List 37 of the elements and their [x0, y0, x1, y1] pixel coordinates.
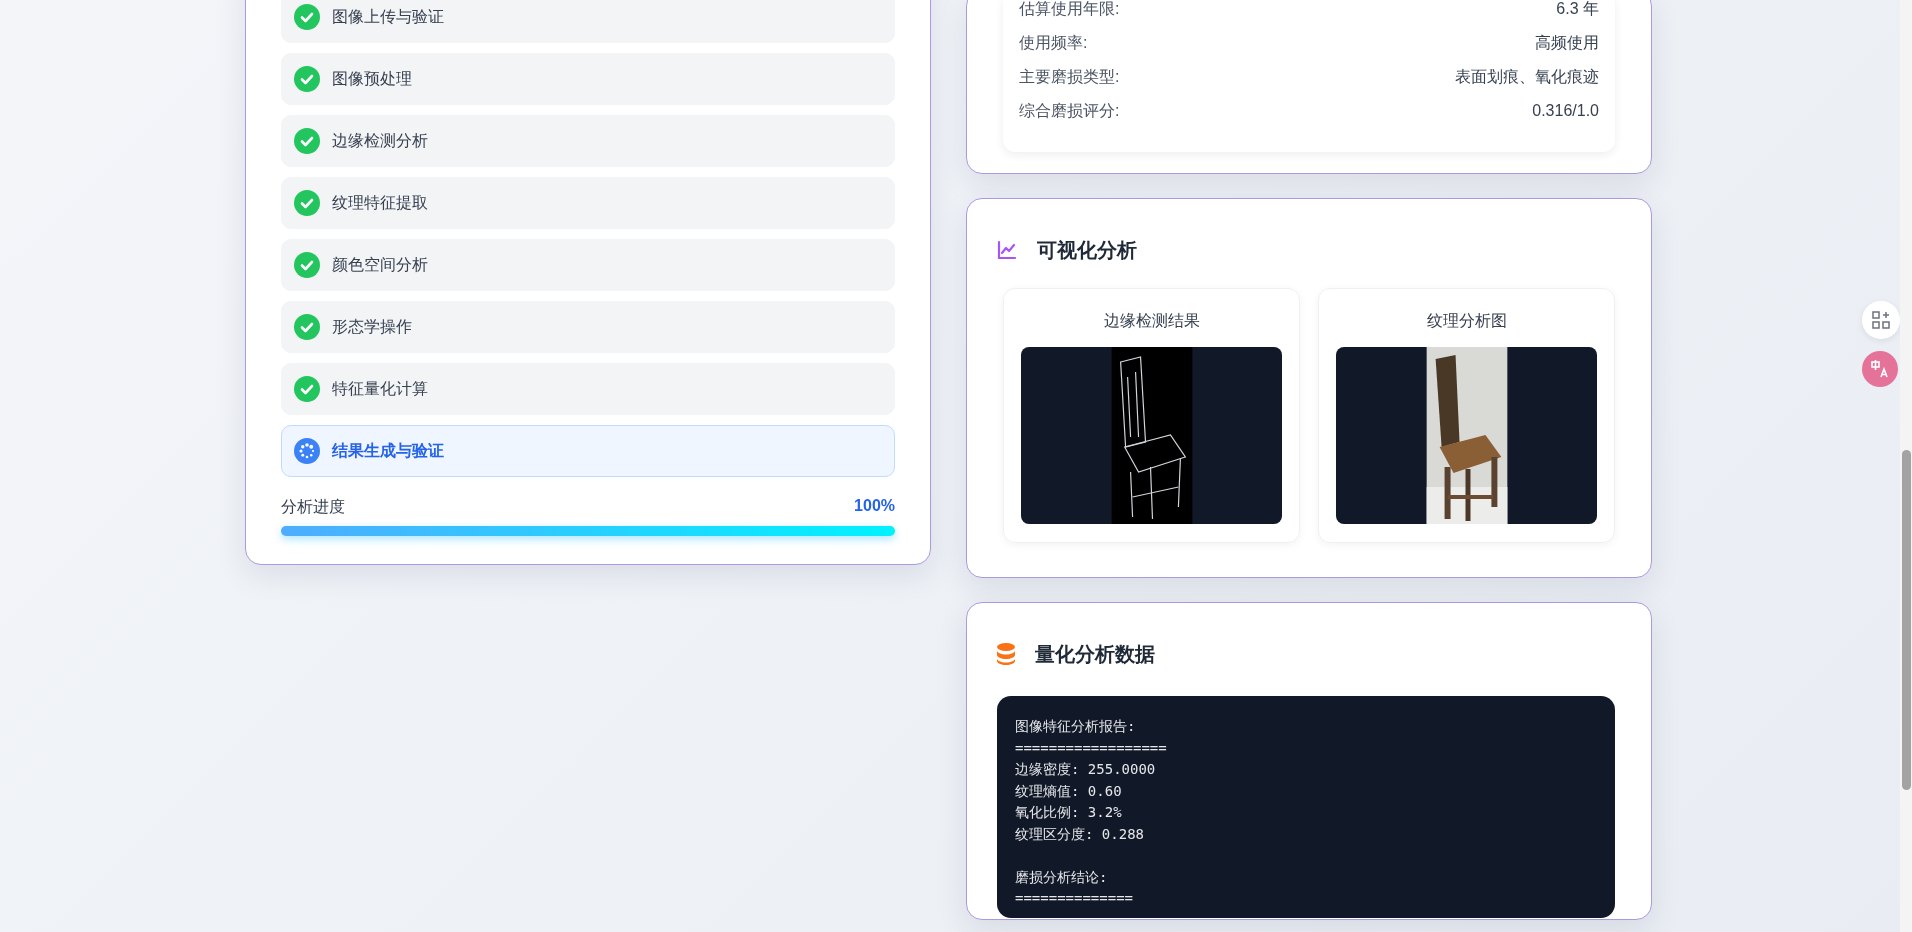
summary-label: 估算使用年限:	[1019, 0, 1120, 19]
report-line: 磨损分析结论:	[1015, 867, 1109, 887]
progress-percent: 100%	[854, 497, 895, 516]
grid-plus-icon	[1872, 311, 1890, 329]
section-title: 可视化分析	[1037, 237, 1137, 263]
translate-icon	[1870, 359, 1890, 379]
step-label: 边缘检测分析	[332, 130, 428, 151]
report-line: 纹理区分度: 0.288	[1015, 824, 1145, 844]
report-line: 纹理熵值: 0.60	[1015, 781, 1123, 801]
step-label: 结果生成与验证	[332, 440, 444, 461]
report-line: 边缘密度: 255.0000	[1015, 760, 1157, 779]
summary-label: 综合磨损评分:	[1019, 100, 1120, 121]
summary-value: 高频使用	[1535, 32, 1599, 53]
image-caption: 边缘检测结果	[1103, 311, 1200, 331]
summary-value: 6.3 年	[1556, 0, 1599, 19]
apps-button[interactable]	[1862, 301, 1900, 339]
summary-label: 使用频率:	[1019, 32, 1088, 53]
report-line: ==============	[1015, 889, 1134, 908]
step-label: 形态学操作	[332, 316, 412, 337]
report-line: 图像特征分析报告:	[1015, 717, 1137, 736]
image-caption: 纹理分析图	[1426, 311, 1507, 331]
step-label: 图像预处理	[332, 68, 412, 89]
step-label: 特征量化计算	[332, 378, 428, 399]
progress-label: 分析进度	[281, 497, 345, 517]
step-label: 纹理特征提取	[332, 192, 428, 213]
summary-value: 表面划痕、氧化痕迹	[1455, 66, 1599, 87]
summary-value: 0.316/1.0	[1532, 102, 1599, 120]
database-icon	[997, 643, 1015, 665]
report-line: 氧化比例: 3.2%	[1015, 803, 1123, 822]
step-label: 图像上传与验证	[332, 6, 444, 27]
summary-label: 主要磨损类型:	[1019, 66, 1120, 87]
scrollbar[interactable]	[1902, 450, 1911, 790]
line-chart-icon	[997, 240, 1017, 260]
report-line: ==================	[1015, 738, 1168, 758]
step-label: 颜色空间分析	[332, 254, 428, 275]
translate-button[interactable]	[1862, 351, 1898, 387]
section-title: 量化分析数据	[1035, 641, 1155, 667]
